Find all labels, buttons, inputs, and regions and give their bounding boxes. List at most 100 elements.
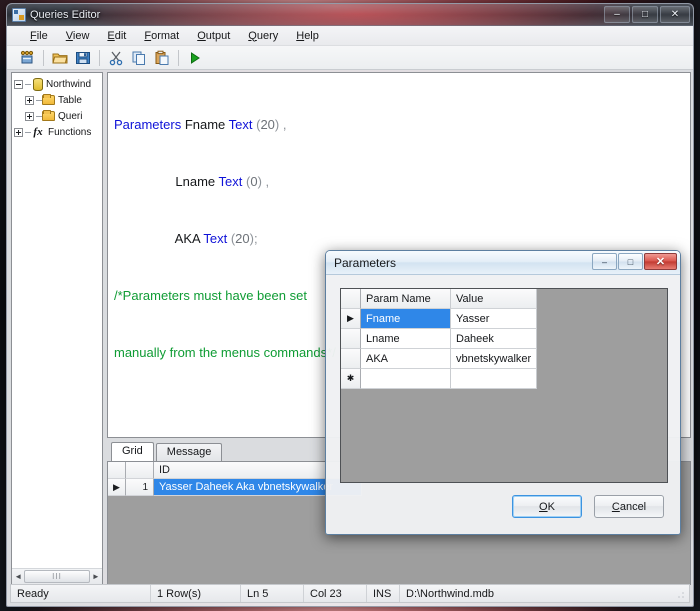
table-row[interactable]: ▶ Fname Yasser bbox=[341, 309, 667, 329]
results-corner-cell bbox=[108, 462, 126, 479]
table-row-new[interactable]: ✱ bbox=[341, 369, 667, 389]
column-value[interactable]: Value bbox=[451, 289, 537, 309]
menubar: File View Edit Format Output Query Help bbox=[7, 26, 693, 46]
minimize-button[interactable]: – bbox=[604, 6, 630, 23]
dialog-minimize-button[interactable]: – bbox=[592, 253, 617, 270]
tree-horizontal-scrollbar[interactable]: ◄ III ► bbox=[12, 568, 102, 584]
menu-query[interactable]: Query bbox=[239, 28, 287, 44]
param-value-cell[interactable]: Yasser bbox=[451, 309, 537, 329]
param-value-cell[interactable]: Daheek bbox=[451, 329, 537, 349]
function-icon: fx bbox=[33, 125, 43, 138]
parameters-header-row: Param Name Value bbox=[341, 289, 667, 309]
menu-format-rest: ormat bbox=[151, 29, 180, 42]
menu-file-rest: ile bbox=[36, 29, 48, 42]
menu-file[interactable]: File bbox=[21, 28, 57, 44]
tree-label-functions: Functions bbox=[48, 126, 92, 138]
collapse-icon-northwind[interactable] bbox=[14, 79, 23, 89]
window-titlebar: Queries Editor – □ ✕ bbox=[7, 4, 693, 26]
toolbar-separator-1 bbox=[43, 49, 44, 66]
menu-output-rest: utput bbox=[205, 29, 231, 42]
menu-edit[interactable]: Edit bbox=[98, 28, 135, 44]
editor-line: Parameters Fname Text (20) , bbox=[114, 115, 690, 134]
tree-node-table[interactable]: Table bbox=[14, 92, 102, 108]
tree-label-northwind: Northwind bbox=[46, 78, 92, 90]
menu-edit-rest: dit bbox=[114, 29, 127, 42]
status-insert-mode: INS bbox=[367, 585, 400, 602]
scroll-left-arrow-icon[interactable]: ◄ bbox=[12, 569, 24, 584]
scroll-thumb[interactable]: III bbox=[24, 570, 90, 583]
new-row-icon: ✱ bbox=[341, 369, 361, 389]
tree-node-functions[interactable]: fx Functions bbox=[14, 124, 102, 140]
tab-message[interactable]: Message bbox=[155, 443, 223, 461]
new-query-icon[interactable] bbox=[17, 48, 37, 68]
token-number: 0 bbox=[250, 174, 258, 189]
paste-icon[interactable] bbox=[152, 48, 172, 68]
column-param-name[interactable]: Param Name bbox=[361, 289, 451, 309]
window-controls: – □ ✕ bbox=[604, 6, 690, 23]
scroll-right-arrow-icon[interactable]: ► bbox=[90, 569, 102, 584]
run-icon[interactable] bbox=[185, 48, 205, 68]
cut-icon[interactable] bbox=[106, 48, 126, 68]
ok-button[interactable]: OK bbox=[512, 495, 582, 518]
expand-icon-queries[interactable] bbox=[25, 111, 34, 121]
token-comment: /*Parameters must have been set bbox=[114, 288, 307, 303]
token-number: 20 bbox=[235, 231, 250, 246]
tree-node-northwind[interactable]: Northwind bbox=[14, 76, 102, 92]
menu-format[interactable]: Format bbox=[135, 28, 188, 44]
save-icon[interactable] bbox=[73, 48, 93, 68]
param-name-cell[interactable]: AKA bbox=[361, 349, 451, 369]
param-value-cell[interactable]: vbnetskywalker bbox=[451, 349, 537, 369]
token-punct: ) , bbox=[257, 174, 270, 189]
status-rowcount: 1 Row(s) bbox=[151, 585, 241, 602]
token-punct: ( bbox=[227, 231, 236, 246]
resize-grip-icon[interactable] bbox=[673, 586, 687, 601]
table-row[interactable]: Lname Daheek bbox=[341, 329, 667, 349]
parameters-dialog: Parameters – □ ✕ Param Name Value ▶ Fnam… bbox=[325, 250, 681, 535]
maximize-button[interactable]: □ bbox=[632, 6, 658, 23]
dialog-close-button[interactable]: ✕ bbox=[644, 253, 677, 270]
open-icon[interactable] bbox=[50, 48, 70, 68]
token-identifier: Lname bbox=[114, 174, 219, 189]
param-name-cell-new[interactable] bbox=[361, 369, 451, 389]
token-punct: ); bbox=[249, 231, 258, 246]
toolbar-separator-3 bbox=[178, 49, 179, 66]
folder-icon bbox=[42, 94, 55, 105]
status-ready: Ready bbox=[11, 585, 151, 602]
param-name-cell[interactable]: Lname bbox=[361, 329, 451, 349]
editor-line: Lname Text (0) , bbox=[114, 172, 690, 191]
cancel-button[interactable]: Cancel bbox=[594, 495, 664, 518]
dialog-title: Parameters bbox=[334, 255, 397, 270]
parameters-grid[interactable]: Param Name Value ▶ Fname Yasser Lname Da… bbox=[340, 288, 668, 483]
menu-query-rest: uery bbox=[256, 29, 279, 42]
menu-output[interactable]: Output bbox=[188, 28, 239, 44]
expand-icon-functions[interactable] bbox=[14, 127, 23, 137]
copy-icon[interactable] bbox=[129, 48, 149, 68]
window-title: Queries Editor bbox=[30, 8, 101, 21]
tree-node-queries[interactable]: Queri bbox=[14, 108, 102, 124]
menu-view-accel: V bbox=[65, 29, 73, 42]
menu-view[interactable]: View bbox=[57, 28, 99, 44]
status-database-path: D:\Northwind.mdb bbox=[406, 587, 495, 600]
dialog-titlebar: Parameters – □ ✕ bbox=[326, 251, 680, 275]
close-button[interactable]: ✕ bbox=[660, 6, 690, 23]
app-icon bbox=[12, 7, 26, 22]
token-keyword: Text bbox=[228, 117, 253, 132]
toolbar-separator-2 bbox=[99, 49, 100, 66]
table-row[interactable]: AKA vbnetskywalker bbox=[341, 349, 667, 369]
menu-query-accel: Q bbox=[248, 29, 257, 42]
folder-icon bbox=[42, 110, 55, 121]
token-identifier: AKA bbox=[114, 231, 204, 246]
token-keyword: Text bbox=[203, 231, 228, 246]
param-value-cell-new[interactable] bbox=[451, 369, 537, 389]
object-explorer-panel: Northwind Table Queri fx Functions ◄ III… bbox=[11, 72, 103, 585]
row-indicator-blank bbox=[341, 349, 361, 369]
param-name-cell[interactable]: Fname bbox=[361, 309, 451, 329]
dialog-maximize-button[interactable]: □ bbox=[618, 253, 643, 270]
menu-edit-accel: E bbox=[107, 29, 115, 42]
menu-help[interactable]: Help bbox=[287, 28, 328, 44]
expand-icon-table[interactable] bbox=[25, 95, 34, 105]
database-icon bbox=[33, 77, 43, 91]
menu-file-accel: F bbox=[30, 29, 37, 42]
token-keyword: Parameters bbox=[114, 117, 182, 132]
tab-grid[interactable]: Grid bbox=[111, 442, 154, 461]
